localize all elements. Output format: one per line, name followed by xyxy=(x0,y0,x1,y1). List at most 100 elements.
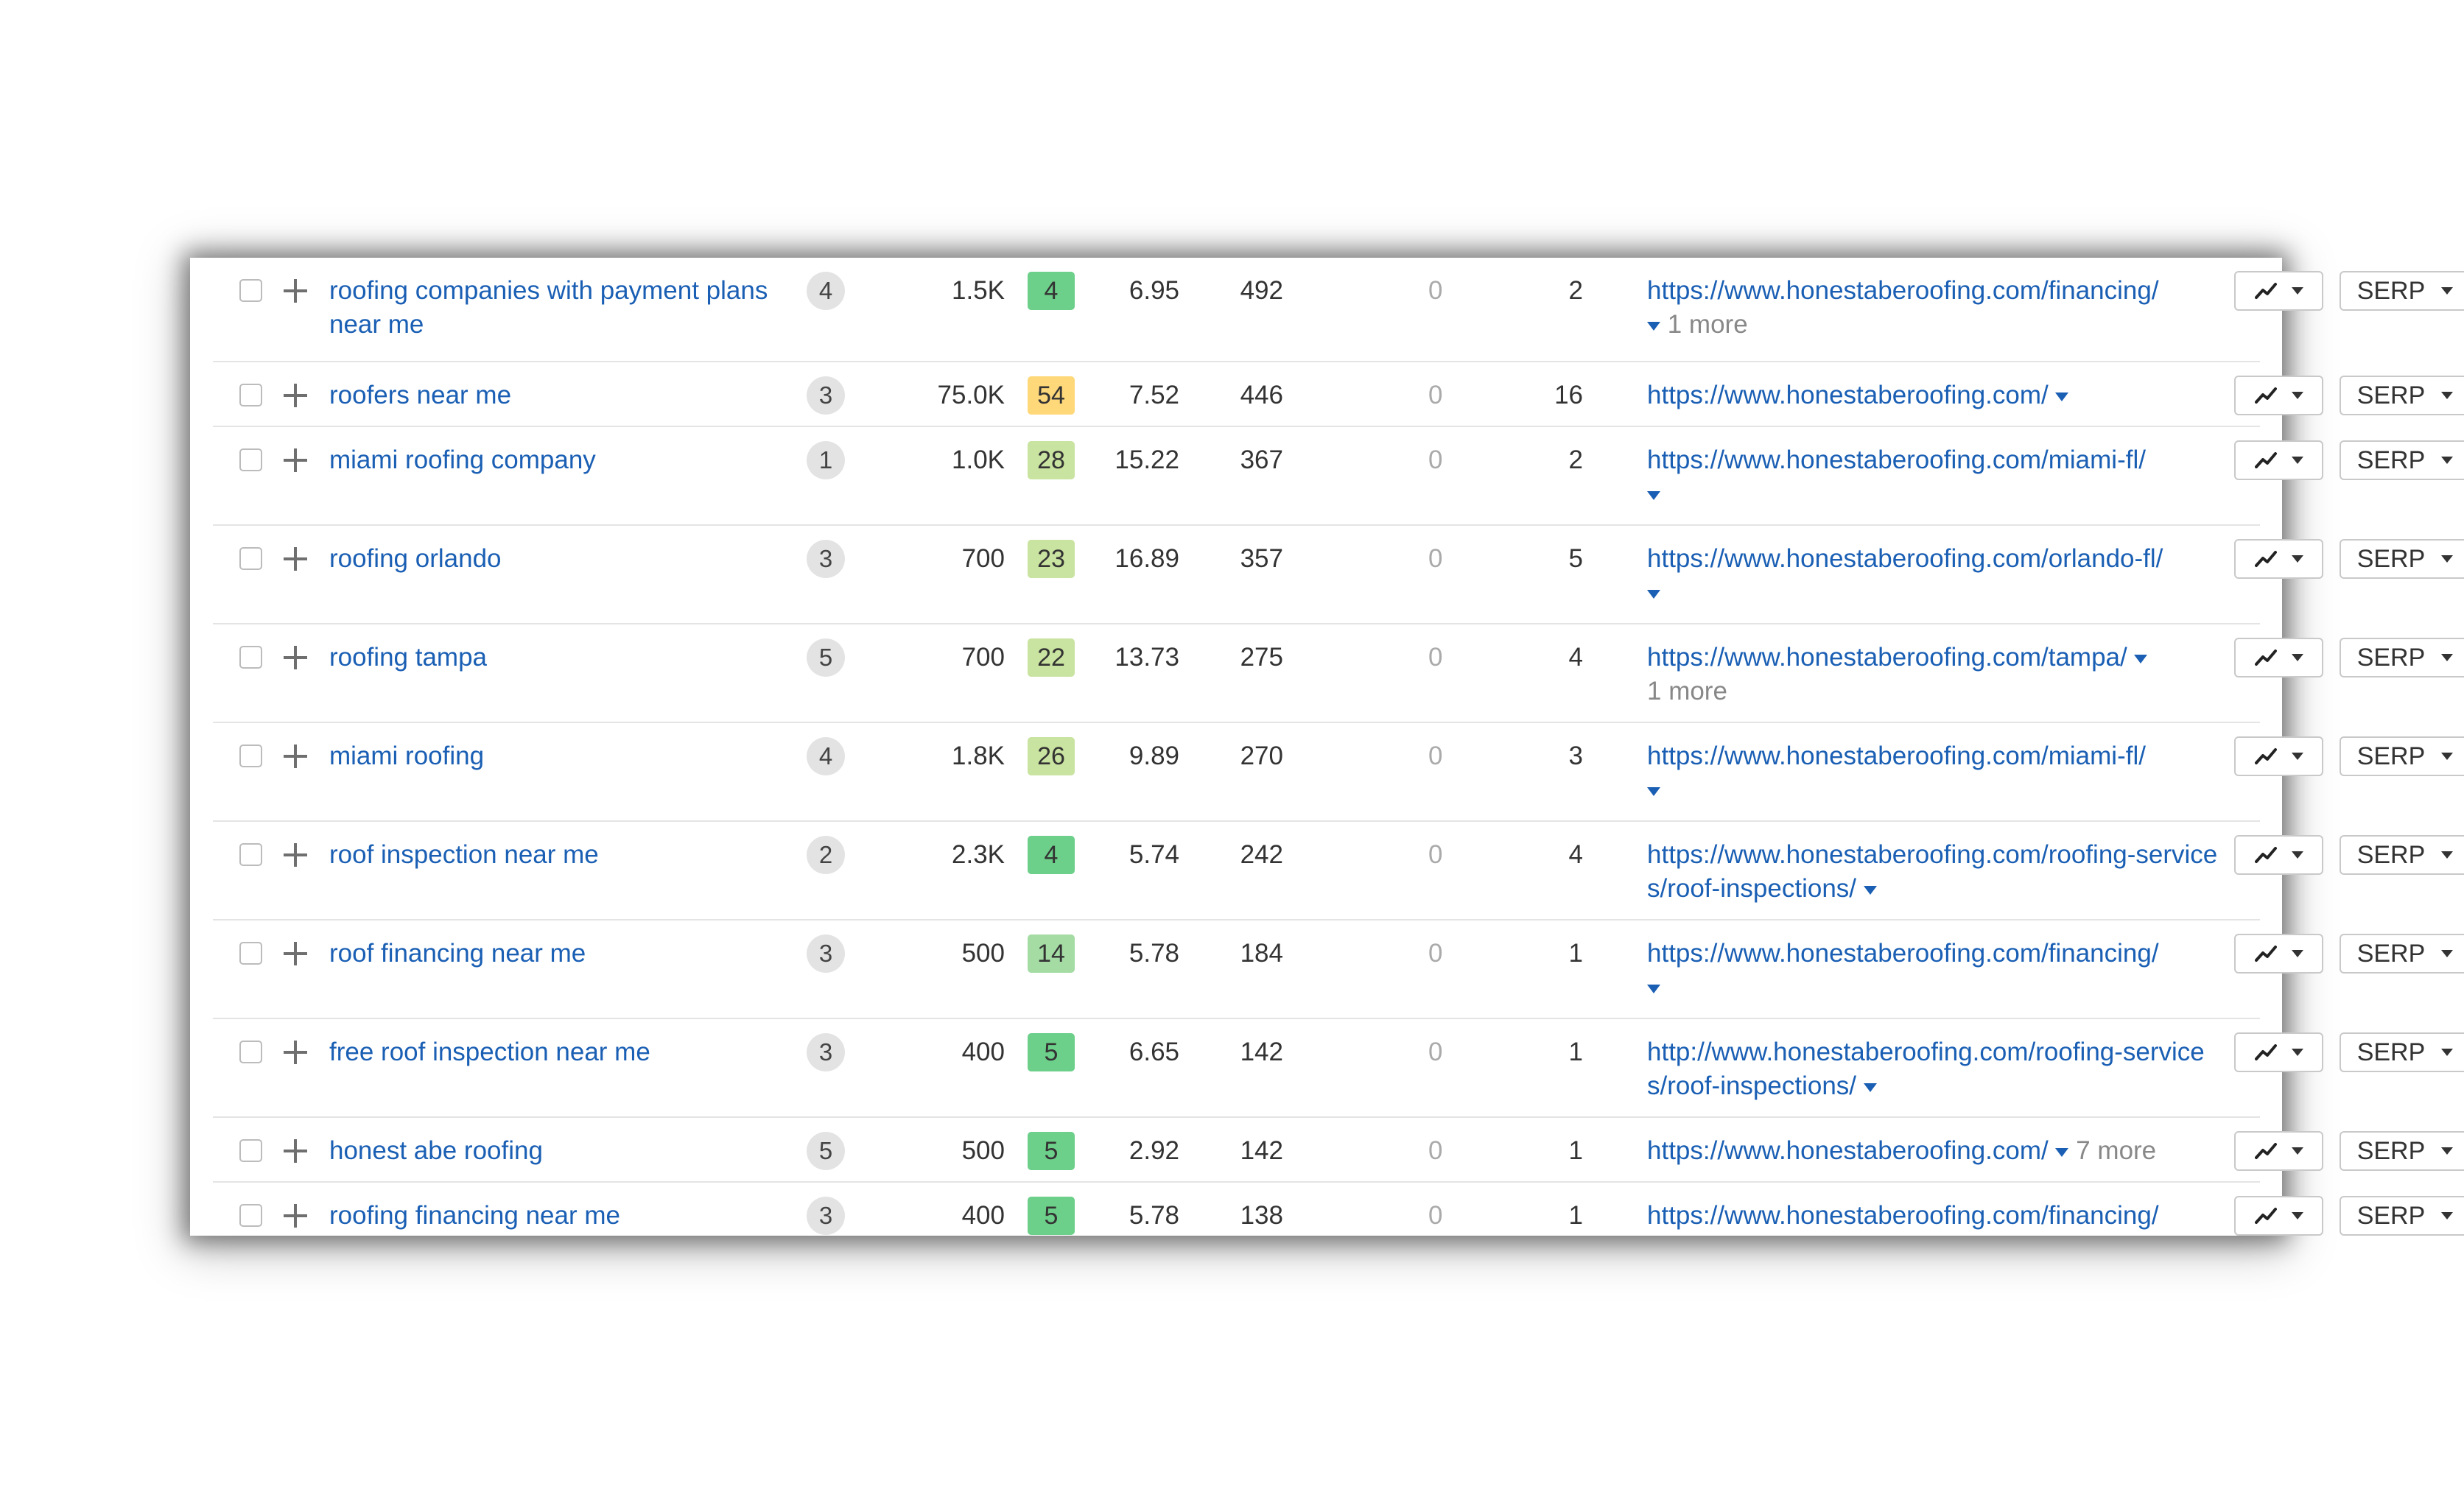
serp-button[interactable]: SERP xyxy=(2340,1131,2464,1171)
table-row: roofing orlando 3 700 23 16.89 357 0 5 https://w… xyxy=(213,526,2464,624)
volume-value: 2.3K xyxy=(952,840,1005,869)
trend-button[interactable] xyxy=(2234,1196,2323,1236)
caret-down-icon[interactable] xyxy=(1647,589,1660,599)
url-text[interactable]: https://www.honestaberoofing.com/ xyxy=(1647,1136,2049,1165)
url-text[interactable]: https://www.honestaberoofing.com/orlando… xyxy=(1647,544,2163,573)
volume-value: 1.5K xyxy=(952,276,1005,305)
row-checkbox[interactable] xyxy=(239,1204,262,1227)
trend-button[interactable] xyxy=(2234,1131,2323,1171)
url-text[interactable]: https://www.honestaberoofing.com/ xyxy=(1647,381,2049,409)
row-checkbox[interactable] xyxy=(239,279,262,302)
trend-button[interactable] xyxy=(2234,440,2323,480)
serp-button[interactable]: SERP xyxy=(2340,934,2464,974)
keyword-link[interactable]: roofing orlando xyxy=(329,542,771,576)
caret-down-icon[interactable] xyxy=(1647,984,1660,993)
cpc-value: 9.89 xyxy=(1129,742,1179,770)
url-text[interactable]: https://www.honestaberoofing.com/financi… xyxy=(1647,276,2159,305)
table-row: honest abe roofing 5 500 5 2.92 142 0 1 https://… xyxy=(213,1118,2464,1183)
cpc-value: 2.92 xyxy=(1129,1136,1179,1165)
count-value: 1 xyxy=(1568,1201,1583,1230)
serp-button[interactable]: SERP xyxy=(2340,440,2464,480)
serp-button[interactable]: SERP xyxy=(2340,638,2464,677)
add-keyword-icon[interactable] xyxy=(282,382,309,409)
keyword-link[interactable]: roofers near me xyxy=(329,379,771,412)
table-row: free roof inspection near me 3 400 5 6.65 142… xyxy=(213,1019,2464,1118)
add-keyword-icon[interactable] xyxy=(282,1039,309,1066)
trend-button[interactable] xyxy=(2234,1032,2323,1072)
trend-button[interactable] xyxy=(2234,835,2323,875)
ranking-url: https://www.honestaberoofing.com/miami-f… xyxy=(1647,739,2222,807)
serp-button[interactable]: SERP xyxy=(2340,835,2464,875)
more-urls-link[interactable]: 1 more xyxy=(1668,310,1748,339)
caret-down-icon[interactable] xyxy=(2055,1147,2069,1157)
caret-down-icon[interactable] xyxy=(2055,392,2069,401)
add-keyword-icon[interactable] xyxy=(282,743,309,770)
chevron-down-icon xyxy=(2291,1147,2303,1155)
add-keyword-icon[interactable] xyxy=(282,842,309,868)
caret-down-icon[interactable] xyxy=(1863,1083,1877,1092)
row-checkbox[interactable] xyxy=(239,744,262,767)
keyword-link[interactable]: roof financing near me xyxy=(329,937,771,971)
url-text[interactable]: https://www.honestaberoofing.com/roofing… xyxy=(1647,840,2217,903)
add-keyword-icon[interactable] xyxy=(282,940,309,967)
caret-down-icon[interactable] xyxy=(1863,885,1877,895)
row-checkbox[interactable] xyxy=(239,547,262,570)
row-checkbox[interactable] xyxy=(239,942,262,965)
serp-button[interactable]: SERP xyxy=(2340,271,2464,311)
trend-button[interactable] xyxy=(2234,736,2323,776)
trend-button[interactable] xyxy=(2234,376,2323,415)
add-keyword-icon[interactable] xyxy=(282,278,309,304)
more-urls-link[interactable]: 1 more xyxy=(1647,677,1727,705)
chevron-down-icon xyxy=(2441,1212,2454,1219)
trend-button[interactable] xyxy=(2234,271,2323,311)
caret-down-icon[interactable] xyxy=(1647,321,1660,331)
caret-down-icon[interactable] xyxy=(1647,490,1660,500)
keyword-link[interactable]: roofing companies with payment plans nea… xyxy=(329,274,771,342)
serp-button[interactable]: SERP xyxy=(2340,376,2464,415)
serp-button[interactable]: SERP xyxy=(2340,1032,2464,1072)
keyword-link[interactable]: honest abe roofing xyxy=(329,1134,771,1168)
row-checkbox[interactable] xyxy=(239,1139,262,1162)
chevron-down-icon xyxy=(2291,1049,2303,1056)
url-text[interactable]: http://www.honestaberoofing.com/roofing-… xyxy=(1647,1038,2205,1100)
keyword-link[interactable]: roof inspection near me xyxy=(329,838,771,872)
keyword-link[interactable]: free roof inspection near me xyxy=(329,1035,771,1069)
volume-value: 500 xyxy=(961,1136,1005,1165)
add-keyword-icon[interactable] xyxy=(282,1138,309,1164)
zero-value: 0 xyxy=(1428,1136,1443,1165)
row-checkbox[interactable] xyxy=(239,843,262,866)
trend-button[interactable] xyxy=(2234,934,2323,974)
more-urls-link[interactable]: 7 more xyxy=(2076,1136,2156,1165)
chevron-down-icon xyxy=(2441,950,2454,957)
row-checkbox[interactable] xyxy=(239,448,262,471)
serp-button[interactable]: SERP xyxy=(2340,539,2464,579)
url-text[interactable]: https://www.honestaberoofing.com/financi… xyxy=(1647,939,2159,968)
trend-button[interactable] xyxy=(2234,638,2323,677)
row-checkbox[interactable] xyxy=(239,646,262,669)
serp-button-label: SERP xyxy=(2356,446,2426,474)
traffic-value: 184 xyxy=(1240,939,1283,968)
url-text[interactable]: https://www.honestaberoofing.com/tampa/ xyxy=(1647,643,2127,672)
keyword-link[interactable]: miami roofing xyxy=(329,739,771,773)
url-text[interactable]: https://www.honestaberoofing.com/miami-f… xyxy=(1647,446,2146,474)
add-keyword-icon[interactable] xyxy=(282,644,309,671)
add-keyword-icon[interactable] xyxy=(282,447,309,474)
count-value: 16 xyxy=(1554,381,1583,409)
add-keyword-icon[interactable] xyxy=(282,1203,309,1229)
caret-down-icon[interactable] xyxy=(1647,786,1660,796)
serp-button[interactable]: SERP xyxy=(2340,1196,2464,1236)
row-checkbox[interactable] xyxy=(239,384,262,406)
trend-button[interactable] xyxy=(2234,539,2323,579)
keyword-link[interactable]: roofing financing near me xyxy=(329,1199,771,1233)
serp-button[interactable]: SERP xyxy=(2340,736,2464,776)
keyword-link[interactable]: miami roofing company xyxy=(329,443,771,477)
chevron-down-icon xyxy=(2441,287,2454,295)
add-keyword-icon[interactable] xyxy=(282,546,309,572)
url-text[interactable]: https://www.honestaberoofing.com/financi… xyxy=(1647,1201,2159,1230)
url-text[interactable]: https://www.honestaberoofing.com/miami-f… xyxy=(1647,742,2146,770)
keyword-link[interactable]: roofing tampa xyxy=(329,641,771,675)
count-value: 5 xyxy=(1568,544,1583,573)
caret-down-icon[interactable] xyxy=(2134,654,2148,663)
zero-value: 0 xyxy=(1428,742,1443,770)
row-checkbox[interactable] xyxy=(239,1041,262,1063)
